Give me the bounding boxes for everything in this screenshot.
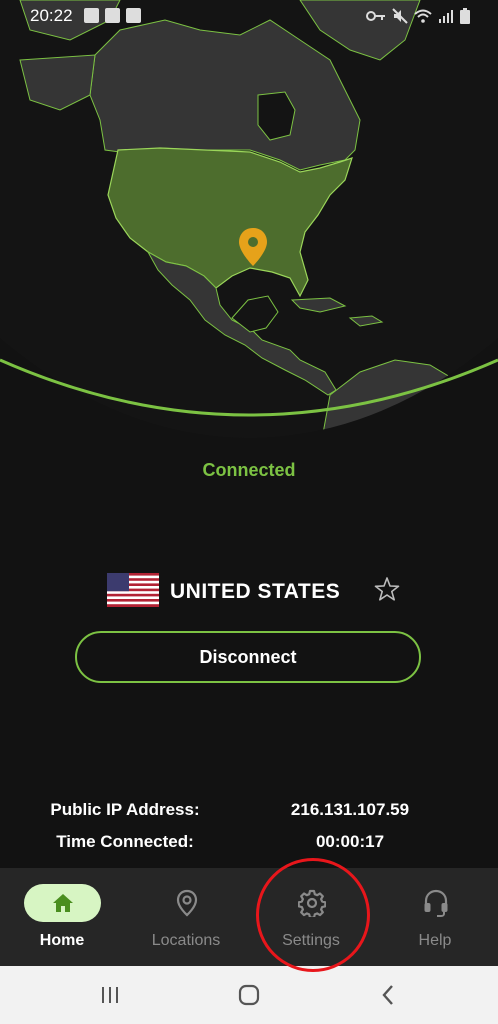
connection-status: Connected [202, 460, 296, 480]
country-name: UNITED STATES [170, 580, 341, 603]
nav-help-label: Help [418, 932, 452, 949]
battery-icon [460, 8, 470, 24]
nav-settings-label: Settings [282, 932, 340, 949]
nav-settings[interactable]: Settings [249, 868, 373, 966]
notification-icons [84, 8, 141, 23]
public-ip-value: 216.131.107.59 [290, 800, 410, 819]
time-connected-value: 00:00:17 [315, 832, 385, 851]
public-ip-label: Public IP Address: [50, 800, 200, 819]
us-flag-icon [107, 573, 159, 607]
nav-locations-label: Locations [151, 932, 221, 949]
time-connected-label: Time Connected: [56, 832, 194, 851]
recent-apps-icon [102, 987, 118, 1003]
headset-icon [397, 884, 474, 922]
wifi-icon [414, 9, 432, 23]
recent-apps-button[interactable] [90, 980, 130, 1010]
system-icons [366, 8, 470, 24]
nav-home-label: Home [39, 932, 85, 949]
status-time: 20:22 [30, 6, 73, 25]
status-bar: 20:22 [0, 0, 498, 32]
disconnect-button[interactable]: Disconnect [75, 631, 421, 683]
home-icon [24, 884, 101, 922]
signal-icon [439, 10, 453, 23]
notification-icon [126, 8, 141, 23]
favorite-star-icon[interactable] [374, 576, 400, 602]
notification-icon [84, 8, 99, 23]
gear-icon [273, 884, 350, 922]
location-pin-icon [148, 884, 225, 922]
back-button[interactable] [368, 980, 408, 1010]
back-chevron-icon [382, 985, 393, 1005]
nav-locations[interactable]: Locations [124, 868, 248, 966]
nav-help[interactable]: Help [373, 868, 497, 966]
bottom-nav: Home Locations Settings Help [0, 868, 498, 966]
system-nav-bar [0, 966, 498, 1024]
home-circle-icon [238, 984, 260, 1006]
notification-icon [105, 8, 120, 23]
vpn-key-icon [366, 11, 385, 21]
world-map [0, 0, 498, 450]
home-system-button[interactable] [229, 980, 269, 1010]
current-location[interactable]: UNITED STATES [0, 572, 498, 612]
mute-icon [392, 8, 408, 24]
nav-home[interactable]: Home [0, 868, 124, 966]
